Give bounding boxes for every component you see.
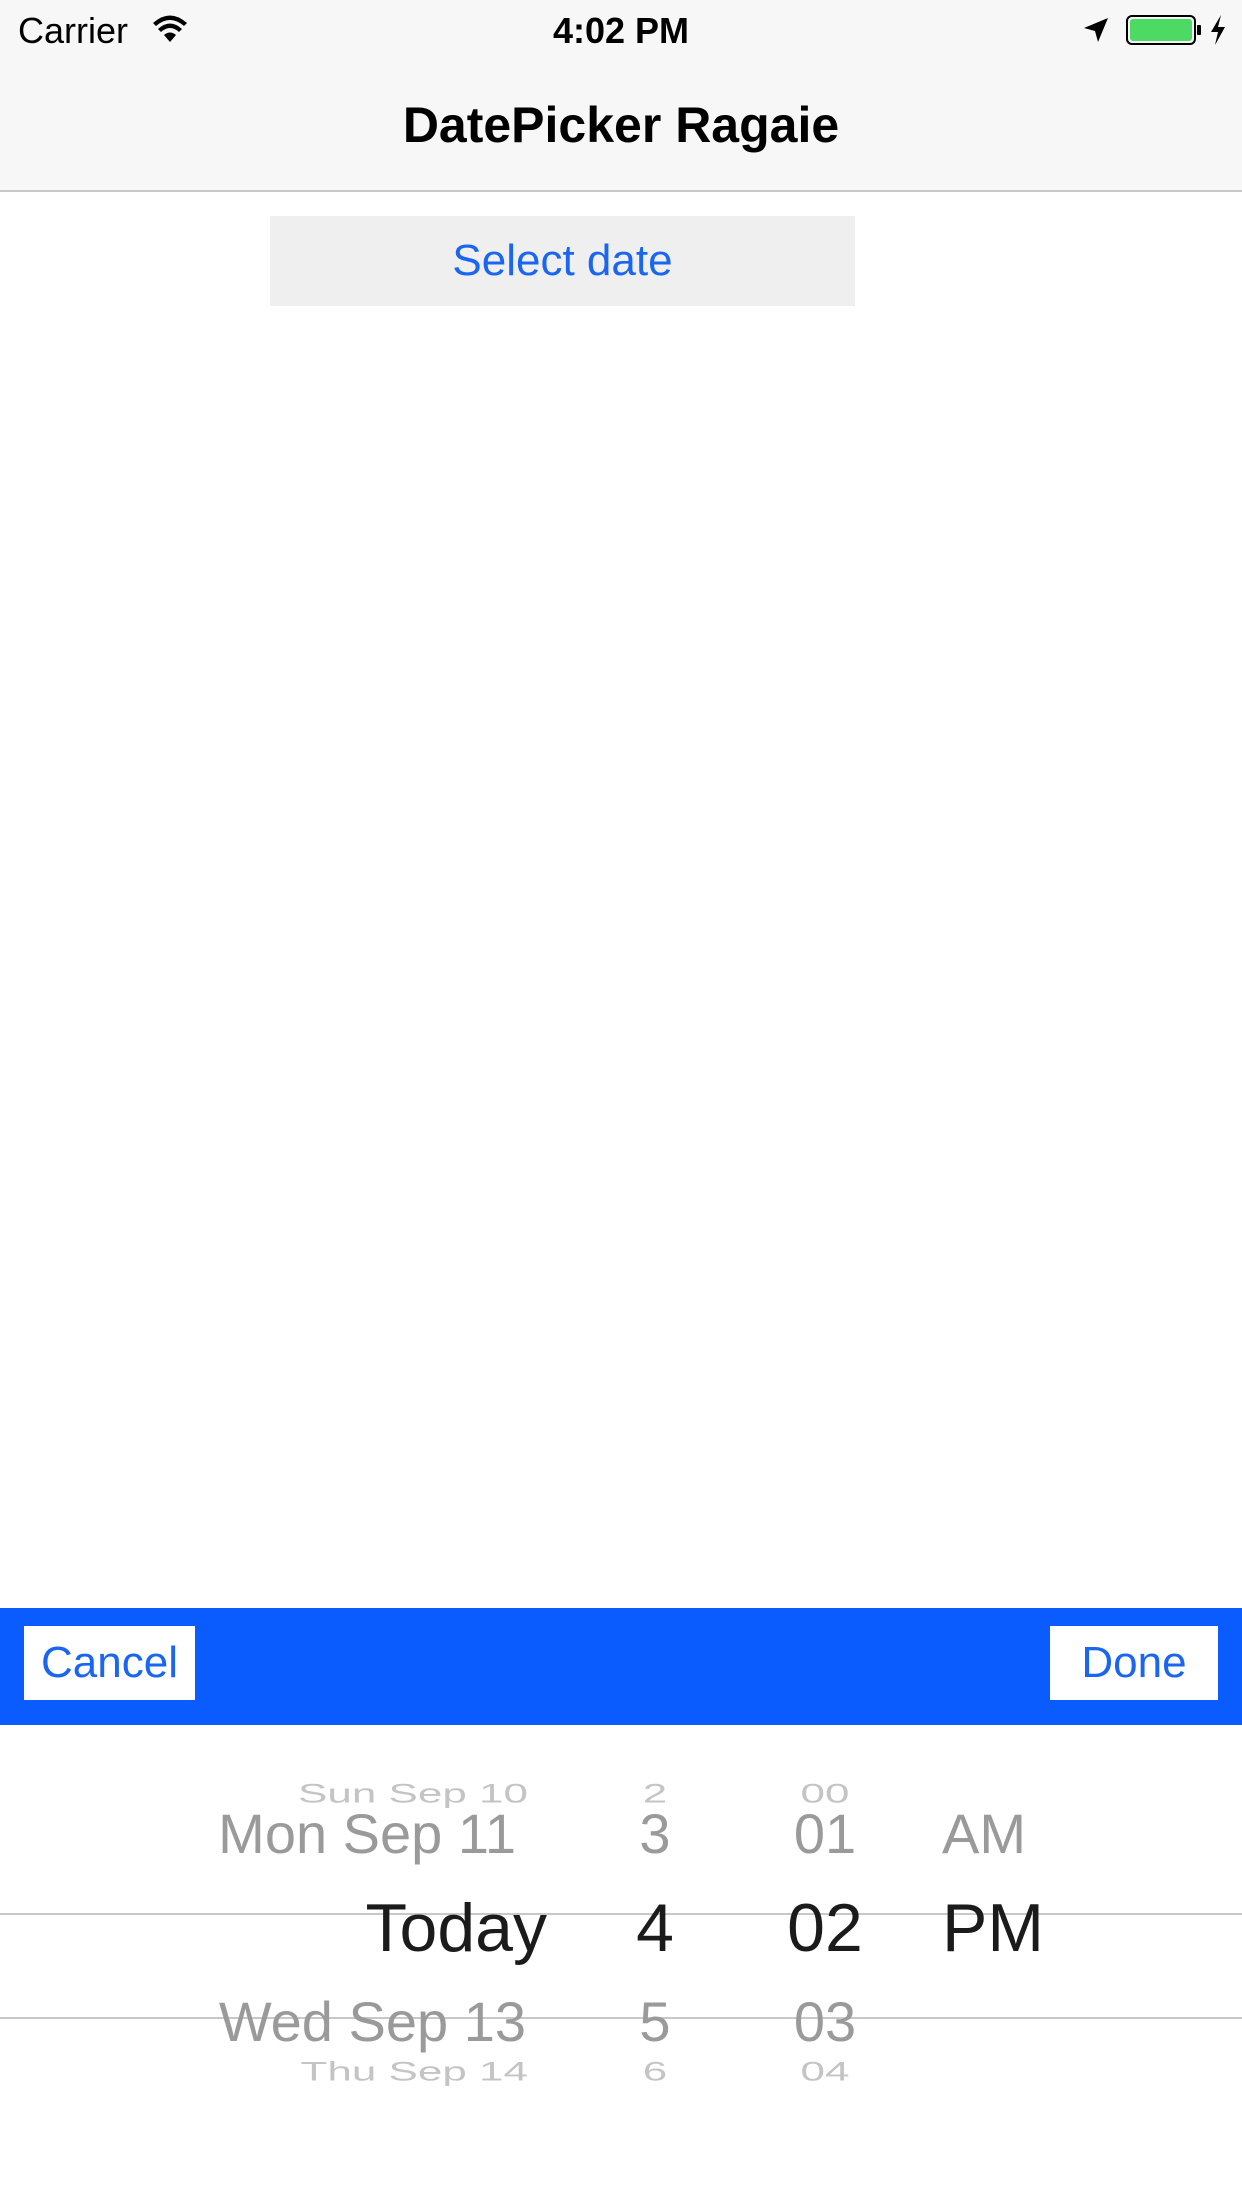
hour-row-selected[interactable]: 4: [600, 1889, 710, 1967]
cancel-button[interactable]: Cancel: [24, 1626, 195, 1700]
date-column[interactable]: Sun Sep 10 Mon Sep 11 Today Wed Sep 13 T…: [0, 1725, 560, 2208]
minute-column[interactable]: 00 01 02 03 04: [760, 1725, 890, 2208]
location-arrow-icon: [1084, 18, 1108, 42]
hour-row[interactable]: 5: [600, 1989, 710, 2054]
page-title: DatePicker Ragaie: [402, 97, 840, 153]
battery-icon: [1126, 15, 1201, 45]
minute-row[interactable]: 01: [760, 1801, 890, 1866]
date-picker[interactable]: Sun Sep 10 Mon Sep 11 Today Wed Sep 13 T…: [0, 1725, 1242, 2208]
picker-toolbar: Cancel Done: [0, 1608, 1242, 1725]
date-row[interactable]: Thu Sep 14: [301, 2057, 529, 2087]
ampm-row[interactable]: AM: [942, 1801, 1026, 1866]
status-bar: Carrier 4:02 PM: [0, 0, 1242, 60]
navigation-bar: Carrier 4:02 PM DatePicker Ragaie: [0, 0, 1242, 192]
select-date-button[interactable]: Select date: [270, 216, 855, 306]
hour-column[interactable]: 2 3 4 5 6: [600, 1725, 710, 2208]
minute-row-selected[interactable]: 02: [760, 1889, 890, 1967]
charging-bolt-icon: [1211, 15, 1225, 45]
date-row[interactable]: Mon Sep 11: [218, 1801, 516, 1866]
done-button[interactable]: Done: [1050, 1626, 1218, 1700]
date-row-selected[interactable]: Today: [366, 1889, 547, 1967]
minute-row[interactable]: 04: [760, 2057, 890, 2087]
ampm-row-selected[interactable]: PM: [942, 1889, 1044, 1967]
hour-row[interactable]: 6: [600, 2057, 710, 2087]
date-row[interactable]: Wed Sep 13: [219, 1989, 526, 2054]
minute-row[interactable]: 03: [760, 1989, 890, 2054]
status-time: 4:02 PM: [552, 10, 690, 51]
ampm-column[interactable]: AM PM: [930, 1725, 1070, 2208]
hour-row[interactable]: 3: [600, 1801, 710, 1866]
